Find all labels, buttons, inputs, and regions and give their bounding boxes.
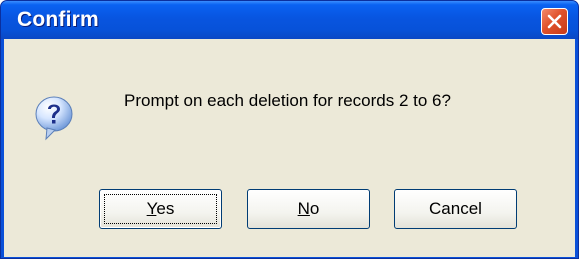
- yes-button[interactable]: Yes: [99, 189, 222, 229]
- dialog-message: Prompt on each deletion for records 2 to…: [124, 91, 451, 110]
- yes-label-rest: es: [156, 199, 175, 218]
- no-label-rest: o: [309, 199, 320, 218]
- close-icon: [547, 14, 562, 29]
- confirm-dialog-window: Confirm Prompt on each deletion for reco…: [0, 0, 579, 259]
- yes-button-label: Yes: [147, 199, 175, 218]
- close-button[interactable]: [541, 8, 568, 35]
- title-bar[interactable]: Confirm: [1, 1, 578, 39]
- cancel-button-label: Cancel: [429, 199, 482, 218]
- window-title: Confirm: [17, 8, 99, 31]
- no-button[interactable]: No: [247, 189, 370, 229]
- dialog-body: Prompt on each deletion for records 2 to…: [4, 39, 575, 257]
- cancel-button[interactable]: Cancel: [394, 189, 517, 229]
- question-icon: [35, 96, 73, 141]
- no-button-label: No: [298, 199, 320, 218]
- no-mnemonic: N: [297, 199, 310, 218]
- yes-mnemonic: Y: [146, 199, 157, 218]
